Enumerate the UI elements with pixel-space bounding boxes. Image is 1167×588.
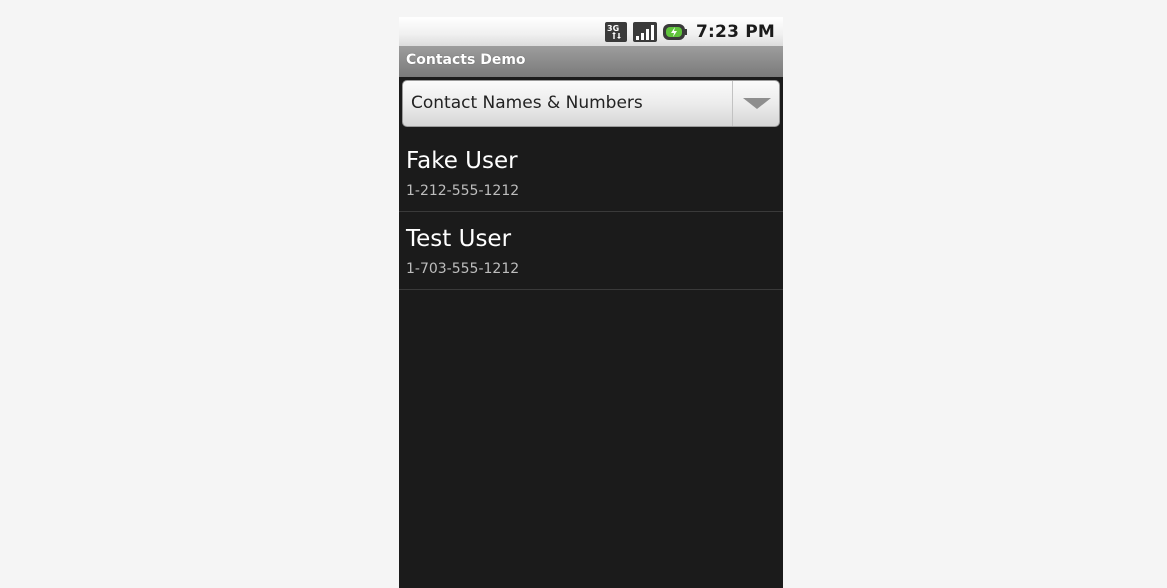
list-item[interactable]: Fake User 1-212-555-1212 — [399, 134, 783, 212]
status-icons: 3G 7:23 PM — [604, 20, 775, 43]
spinner-arrow-box[interactable] — [732, 81, 779, 126]
contact-number: 1-703-555-1212 — [406, 261, 520, 277]
battery-charging-icon — [662, 21, 688, 43]
3g-data-icon: 3G — [604, 21, 628, 43]
list-item[interactable]: Test User 1-703-555-1212 — [399, 212, 783, 290]
contact-number: 1-212-555-1212 — [406, 183, 520, 199]
signal-strength-icon — [632, 21, 658, 43]
dropdown-arrow-icon — [743, 98, 771, 109]
spinner-selected-value: Contact Names & Numbers — [411, 93, 643, 113]
contact-name: Fake User — [406, 148, 518, 174]
contact-list: Fake User 1-212-555-1212 Test User 1-703… — [399, 134, 783, 290]
page-background: 3G 7:23 PM Contacts Demo Contact Names &… — [0, 0, 1167, 588]
title-bar: Contacts Demo — [399, 46, 783, 77]
phone-screen: 3G 7:23 PM Contacts Demo Contact Names &… — [399, 17, 783, 588]
contact-type-spinner[interactable]: Contact Names & Numbers — [402, 80, 780, 127]
app-title: Contacts Demo — [406, 52, 526, 68]
contact-name: Test User — [406, 226, 512, 252]
svg-text:3G: 3G — [607, 24, 619, 33]
status-time: 7:23 PM — [696, 21, 775, 42]
status-bar: 3G 7:23 PM — [399, 17, 783, 46]
